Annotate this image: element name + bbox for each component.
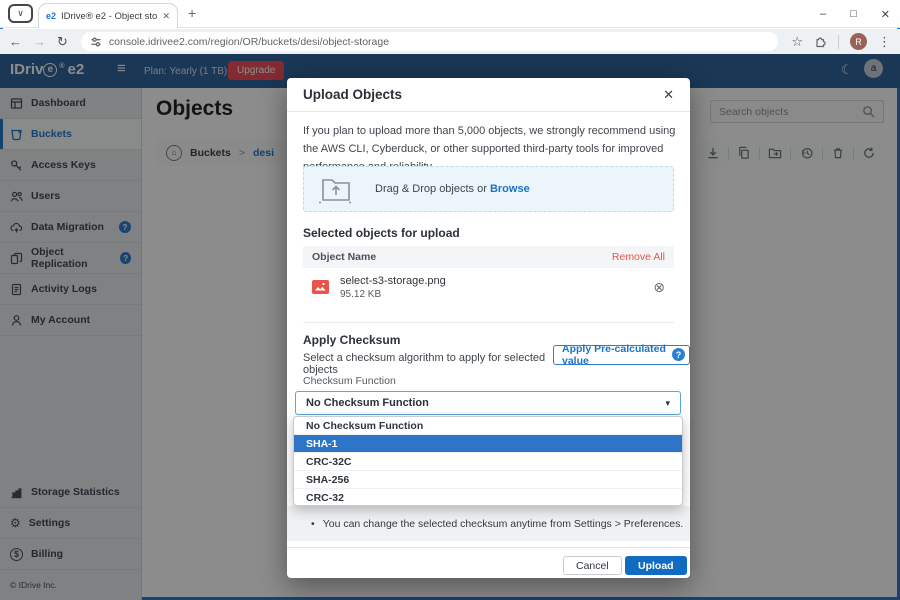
site-settings-icon: [91, 37, 101, 46]
url-text: console.idrivee2.com/region/OR/buckets/d…: [108, 35, 390, 48]
dropzone-label: Drag & Drop objects or: [375, 183, 487, 195]
window-controls: – □ ✕: [820, 2, 890, 26]
browser-window: ∨ e2 IDrive® e2 - Object storage ✕ + – □…: [0, 0, 900, 600]
folder-upload-icon: [319, 179, 353, 204]
upload-objects-modal: Upload Objects ✕ If you plan to upload m…: [287, 78, 690, 578]
cancel-button[interactable]: Cancel: [563, 556, 622, 575]
favicon-e2-icon: e2: [46, 11, 57, 21]
checksum-subtext: Select a checksum algorithm to apply for…: [303, 352, 546, 376]
browse-link[interactable]: Browse: [490, 183, 530, 195]
bullet: •: [311, 517, 315, 530]
checksum-function-label: Checksum Function: [303, 375, 396, 387]
checksum-dropdown: No Checksum Function SHA-1 CRC-32C SHA-2…: [293, 416, 683, 506]
browser-tab[interactable]: e2 IDrive® e2 - Object storage ✕: [38, 3, 178, 28]
minimize-button[interactable]: –: [820, 8, 826, 20]
tab-close-icon[interactable]: ✕: [162, 11, 170, 22]
toolbar-divider: [838, 34, 839, 49]
footer-divider: [287, 547, 690, 548]
extensions-puzzle-icon[interactable]: [814, 35, 827, 48]
back-button[interactable]: ←: [9, 35, 22, 48]
option-sha256[interactable]: SHA-256: [294, 471, 682, 489]
apply-precalculated-button[interactable]: Apply Pre-calculated value: [553, 343, 690, 367]
image-file-icon: [312, 280, 329, 294]
chevron-down-icon: ▾: [665, 397, 670, 408]
new-tab-button[interactable]: +: [188, 5, 196, 21]
dropzone-text: Drag & Drop objects or Browse: [375, 183, 530, 195]
file-size: 95.12 KB: [340, 288, 382, 300]
table-row: select-s3-storage.png 95.12 KB ⊗: [303, 268, 674, 306]
modal-header: Upload Objects ✕: [287, 78, 690, 112]
apply-checksum-heading: Apply Checksum: [303, 333, 401, 347]
file-meta: select-s3-storage.png 95.12 KB: [340, 275, 446, 300]
note-panel: • You can change the selected checksum an…: [287, 506, 690, 541]
option-crc32c[interactable]: CRC-32C: [294, 453, 682, 471]
remove-file-icon[interactable]: ⊗: [653, 279, 665, 296]
browser-menu-icon[interactable]: ⋮: [878, 35, 891, 48]
maximize-button[interactable]: □: [850, 8, 857, 20]
checksum-select[interactable]: No Checksum Function ▾: [295, 391, 681, 415]
window-close-button[interactable]: ✕: [881, 8, 890, 21]
browser-profile-avatar[interactable]: R: [850, 33, 867, 50]
note-text: • You can change the selected checksum an…: [287, 518, 683, 530]
modal-title: Upload Objects: [303, 87, 403, 102]
option-no-checksum[interactable]: No Checksum Function: [294, 417, 682, 435]
tab-title: IDrive® e2 - Object storage: [61, 10, 158, 22]
upload-button[interactable]: Upload: [625, 556, 687, 575]
address-bar[interactable]: console.idrivee2.com/region/OR/buckets/d…: [80, 32, 779, 51]
browser-toolbar: ← → ↻ console.idrivee2.com/region/OR/buc…: [0, 29, 900, 54]
close-icon[interactable]: ✕: [663, 87, 674, 103]
chevron-down-icon: ∨: [17, 8, 24, 18]
option-crc32[interactable]: CRC-32: [294, 489, 682, 505]
bookmark-star-icon[interactable]: ☆: [791, 35, 803, 48]
remove-all-link[interactable]: Remove All: [612, 251, 665, 263]
checksum-selected-value: No Checksum Function: [306, 397, 429, 409]
note-message: You can change the selected checksum any…: [322, 517, 684, 530]
drag-drop-zone[interactable]: Drag & Drop objects or Browse: [303, 166, 674, 212]
objects-table-header: Object Name Remove All: [303, 246, 674, 268]
column-object-name: Object Name: [312, 251, 377, 263]
help-icon[interactable]: ?: [672, 348, 685, 361]
tab-strip: ∨ e2 IDrive® e2 - Object storage ✕ + – □…: [0, 0, 900, 28]
option-sha1[interactable]: SHA-1: [294, 435, 682, 453]
section-divider: [303, 322, 674, 323]
selected-objects-heading: Selected objects for upload: [303, 226, 460, 240]
forward-button[interactable]: →: [33, 35, 46, 48]
reload-button[interactable]: ↻: [57, 35, 68, 48]
file-name: select-s3-storage.png: [340, 274, 446, 287]
tab-search-button[interactable]: ∨: [8, 4, 33, 23]
